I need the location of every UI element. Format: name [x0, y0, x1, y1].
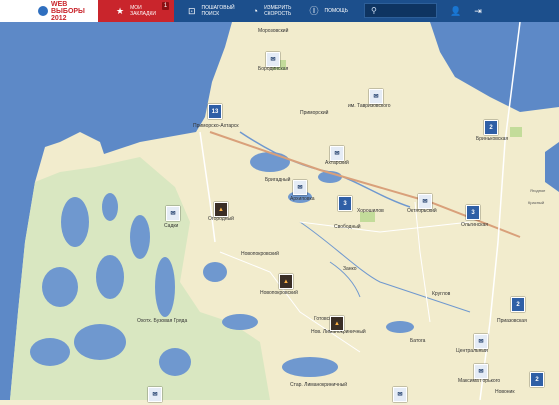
cluster-marker[interactable]: 13 — [208, 104, 222, 119]
ballot-box-icon[interactable]: ✉ — [266, 52, 280, 67]
star-icon: ★ — [116, 5, 125, 16]
logo-line2: ВЫБОРЫ — [51, 7, 85, 15]
place-yagodnoe: Ягодное — [530, 188, 546, 193]
place-bryukhovetskaya: Бриньковская — [476, 136, 509, 142]
cluster-marker[interactable]: 3 — [466, 205, 480, 220]
ballot-box-icon[interactable]: ✉ — [330, 146, 344, 161]
place-arkhipovka: Архиповка — [290, 196, 315, 202]
ballot-box-icon[interactable]: ✉ — [418, 194, 432, 209]
logo-line1: WEB — [51, 0, 68, 8]
ballot-box-icon[interactable]: ✉ — [474, 334, 488, 349]
place-khoroshilov: Хорошилов — [357, 208, 384, 214]
map-view[interactable]: Морозовский Бородинская Приморско-Ахтарс… — [0, 21, 559, 402]
webvybory-logo[interactable]: WEB ВЫБОРЫ 2012 — [0, 0, 98, 22]
ballot-box-icon[interactable]: ✉ — [166, 206, 180, 221]
bookmarks-label-line2: ЗАКЛАДКИ — [130, 11, 157, 17]
place-morozovsky: Морозовский — [258, 28, 289, 34]
ballot-box-icon[interactable]: ✉ — [369, 89, 383, 104]
user-icon[interactable]: 👤 — [445, 0, 467, 22]
cluster-marker[interactable]: 2 — [511, 297, 525, 312]
cluster-marker[interactable]: 2 — [530, 372, 544, 387]
place-primorsko: Приморско-Ахтарск — [193, 123, 239, 129]
place-kruglov: Круглов — [432, 291, 451, 297]
place-novonyk: Новоник — [495, 389, 515, 395]
bookmarks-count-badge: 1 — [162, 2, 169, 10]
help-icon: ⓘ — [309, 5, 319, 16]
place-stary-limanokrinichny: Стар. Лиманокриничный — [290, 382, 348, 388]
camera-marker-icon[interactable]: ▲ — [214, 202, 228, 217]
camera-icon: ⊡ — [188, 5, 196, 16]
help-label: ПОМОЩЬ — [324, 8, 348, 14]
place-zanko: Занко — [343, 266, 357, 272]
speedometer-icon: ◔ — [252, 5, 259, 16]
help-button[interactable]: ⓘ ПОМОЩЬ — [309, 0, 348, 22]
place-primorsky: Приморский — [300, 110, 329, 116]
step-search-button[interactable]: ⊡ ПОШАГОВЫЙ ПОИСК — [188, 0, 235, 22]
top-navigation-bar: WEB ВЫБОРЫ 2012 ★ МОИ ЗАКЛАДКИ 1 ⊡ ПОШАГ… — [0, 0, 559, 22]
place-batoga: Батога — [410, 338, 426, 344]
cluster-marker[interactable]: 2 — [484, 120, 498, 135]
search-input[interactable] — [379, 6, 439, 15]
place-olginskaya: Ольгинская — [461, 222, 489, 228]
measure-speed-line2: СКОРОСТЬ — [264, 11, 292, 17]
measure-speed-button[interactable]: ◔ ИЗМЕРИТЬ СКОРОСТЬ — [253, 0, 292, 22]
place-bugatsky: Бригадный — [265, 177, 291, 183]
step-search-line2: ПОИСК — [201, 11, 220, 17]
place-krasny: Красный — [528, 200, 545, 205]
ballot-box-icon[interactable]: ✉ — [293, 180, 307, 195]
logo-globe-icon — [38, 6, 48, 16]
place-buzovaya: Охотх. Бузовая Гряда — [137, 318, 188, 324]
place-novopokrovsky: Новопокровский — [241, 251, 279, 257]
cluster-marker[interactable]: 3 — [338, 196, 352, 211]
camera-marker-icon[interactable]: ▲ — [330, 316, 344, 331]
ballot-box-icon[interactable]: ✉ — [474, 364, 488, 379]
camera-marker-icon[interactable]: ▲ — [279, 274, 293, 289]
search-icon: ⚲ — [370, 6, 377, 15]
place-novoukrainsky: Новопокровский — [260, 290, 298, 296]
place-sadki: Садки — [164, 223, 179, 229]
logo-line3: 2012 — [51, 14, 67, 22]
place-svobodny: Свободный — [334, 224, 361, 230]
my-bookmarks-button[interactable]: ★ МОИ ЗАКЛАДКИ 1 — [98, 0, 174, 22]
place-priazovskaya: Приазовская — [497, 318, 527, 324]
logout-icon[interactable]: ⇥ — [467, 0, 489, 22]
search-box[interactable]: ⚲ — [363, 3, 439, 18]
